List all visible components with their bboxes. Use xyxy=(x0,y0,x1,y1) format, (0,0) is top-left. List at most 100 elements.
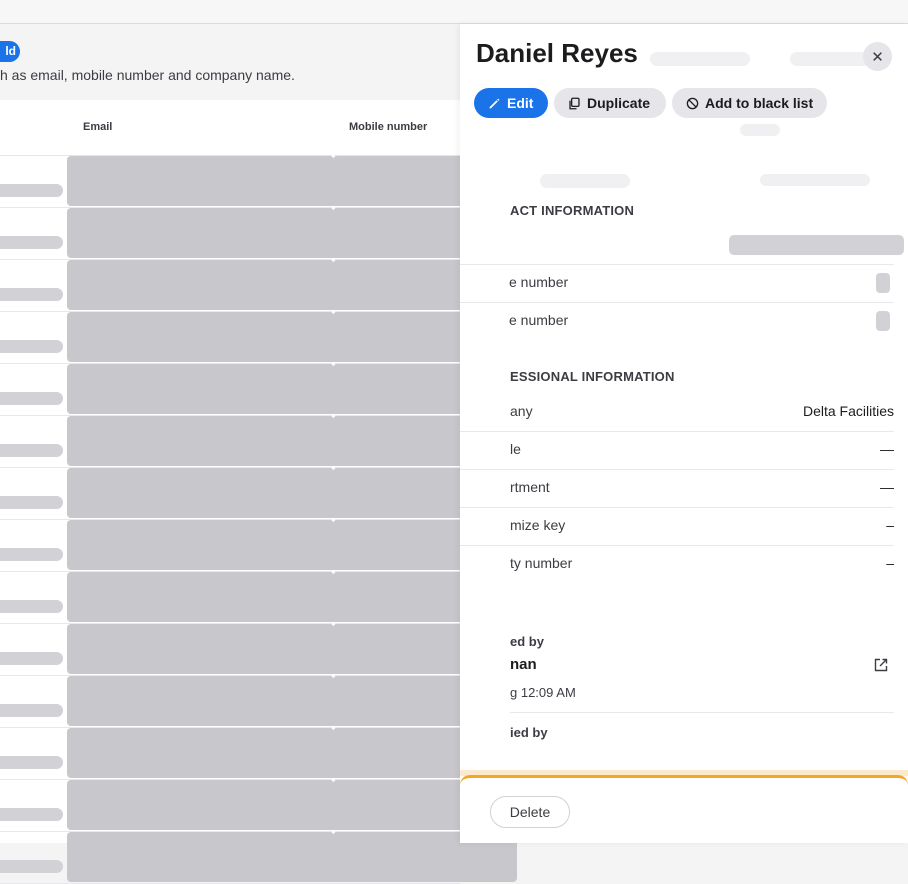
row-separator-icon: ✦ xyxy=(330,828,337,837)
redacted-name xyxy=(0,184,63,197)
redacted-name xyxy=(0,652,63,665)
redacted-row-content xyxy=(67,468,517,518)
redacted-row-content xyxy=(67,364,517,414)
redacted-row-content xyxy=(67,624,517,674)
contact-detail-panel: Daniel Reyes ✕ Edit Duplicate Add to bla… xyxy=(460,24,908,843)
company-row: any Delta Facilities xyxy=(460,393,894,432)
redacted-name xyxy=(0,288,63,301)
job-title-row: le — xyxy=(460,431,894,470)
redacted-row-content xyxy=(67,780,517,830)
row-separator-icon: ✦ xyxy=(330,308,337,317)
row-separator-icon: ✦ xyxy=(330,412,337,421)
security-number-value: – xyxy=(886,555,894,571)
add-button[interactable]: ld xyxy=(0,41,20,62)
edit-label: Edit xyxy=(507,95,534,111)
table-row[interactable]: ✦ xyxy=(0,308,517,364)
contacts-table: ✦ ✦ ✦ ✦ ✦ ✦ ✦ ✦ ✦ ✦ ✦ ✦ ✦ ✦ xyxy=(0,152,517,884)
row-separator-icon: ✦ xyxy=(330,256,337,265)
external-link-icon[interactable] xyxy=(873,657,889,673)
department-row: rtment — xyxy=(460,469,894,508)
redacted-mobile xyxy=(876,273,890,293)
professional-info-heading: ESSIONAL INFORMATION xyxy=(510,369,675,384)
table-row[interactable]: ✦ xyxy=(0,360,517,416)
table-row[interactable]: ✦ xyxy=(0,152,517,208)
table-row[interactable]: ✦ xyxy=(0,828,517,884)
phone-number-label: e number xyxy=(509,312,569,328)
job-title-value: — xyxy=(880,441,894,457)
duplicate-label: Duplicate xyxy=(587,95,651,111)
close-icon: ✕ xyxy=(871,48,884,66)
redacted-row-content xyxy=(67,572,517,622)
table-row[interactable]: ✦ xyxy=(0,776,517,832)
meta-divider xyxy=(510,674,894,713)
redacted-name xyxy=(0,600,63,613)
job-title-label: le xyxy=(510,441,521,457)
redacted-name xyxy=(0,236,63,249)
contact-info-heading: ACT INFORMATION xyxy=(510,203,635,218)
row-separator-icon: ✦ xyxy=(330,360,337,369)
table-row[interactable]: ✦ xyxy=(0,204,517,260)
pencil-icon xyxy=(488,97,501,110)
contact-email-row xyxy=(460,226,894,265)
copy-icon xyxy=(568,97,581,110)
redacted-row-content xyxy=(67,416,517,466)
phone-number-row: e number xyxy=(460,302,894,340)
redacted-name xyxy=(0,496,63,509)
department-value: — xyxy=(880,479,894,495)
redacted-row-content xyxy=(67,832,517,882)
redacted-row-content xyxy=(67,312,517,362)
close-button[interactable]: ✕ xyxy=(863,42,892,71)
company-label: any xyxy=(510,403,533,419)
created-by-label: ed by xyxy=(510,634,544,649)
redacted-name xyxy=(0,548,63,561)
redacted-row-content xyxy=(67,260,517,310)
redacted-row-content xyxy=(67,208,517,258)
table-row[interactable]: ✦ xyxy=(0,620,517,676)
row-separator-icon: ✦ xyxy=(330,776,337,785)
customize-key-row: mize key – xyxy=(460,507,894,546)
redacted-row-content xyxy=(67,156,517,206)
column-header-email[interactable]: Email xyxy=(83,121,112,133)
table-row[interactable]: ✦ xyxy=(0,568,517,624)
row-separator-icon: ✦ xyxy=(330,724,337,733)
redacted-row-content xyxy=(67,676,517,726)
redacted-name xyxy=(0,392,63,405)
block-icon xyxy=(686,97,699,110)
department-label: rtment xyxy=(510,479,550,495)
edit-button[interactable]: Edit xyxy=(474,88,548,118)
redacted-row-content xyxy=(67,520,517,570)
row-separator-icon: ✦ xyxy=(330,152,337,161)
modified-by-label: ied by xyxy=(510,725,548,740)
row-separator-icon: ✦ xyxy=(330,620,337,629)
redacted-name xyxy=(0,808,63,821)
row-separator-icon: ✦ xyxy=(330,464,337,473)
table-row[interactable]: ✦ xyxy=(0,672,517,728)
add-to-blacklist-button[interactable]: Add to black list xyxy=(672,88,827,118)
duplicate-button[interactable]: Duplicate xyxy=(554,88,666,118)
redacted-name xyxy=(0,340,63,353)
table-row[interactable]: ✦ xyxy=(0,464,517,520)
customize-key-value: – xyxy=(886,517,894,533)
table-row[interactable]: ✦ xyxy=(0,256,517,312)
security-number-row: ty number – xyxy=(460,545,894,583)
column-header-mobile[interactable]: Mobile number xyxy=(349,121,427,133)
blacklist-label: Add to black list xyxy=(705,95,814,111)
company-value: Delta Facilities xyxy=(802,403,894,419)
redacted-row-content xyxy=(67,728,517,778)
row-separator-icon: ✦ xyxy=(330,516,337,525)
row-separator-icon: ✦ xyxy=(330,204,337,213)
top-bar xyxy=(0,0,908,24)
redacted-name xyxy=(0,444,63,457)
redacted-name xyxy=(0,756,63,769)
delete-button[interactable]: Delete xyxy=(490,796,570,828)
mobile-number-row: e number xyxy=(460,264,894,303)
mobile-number-label: e number xyxy=(509,274,569,290)
table-row[interactable]: ✦ xyxy=(0,516,517,572)
row-separator-icon: ✦ xyxy=(330,568,337,577)
customize-key-label: mize key xyxy=(510,517,566,533)
contact-name-title: Daniel Reyes xyxy=(476,38,638,68)
list-header xyxy=(0,24,460,100)
search-hint: h as email, mobile number and company na… xyxy=(0,67,295,83)
table-row[interactable]: ✦ xyxy=(0,724,517,780)
table-row[interactable]: ✦ xyxy=(0,412,517,468)
